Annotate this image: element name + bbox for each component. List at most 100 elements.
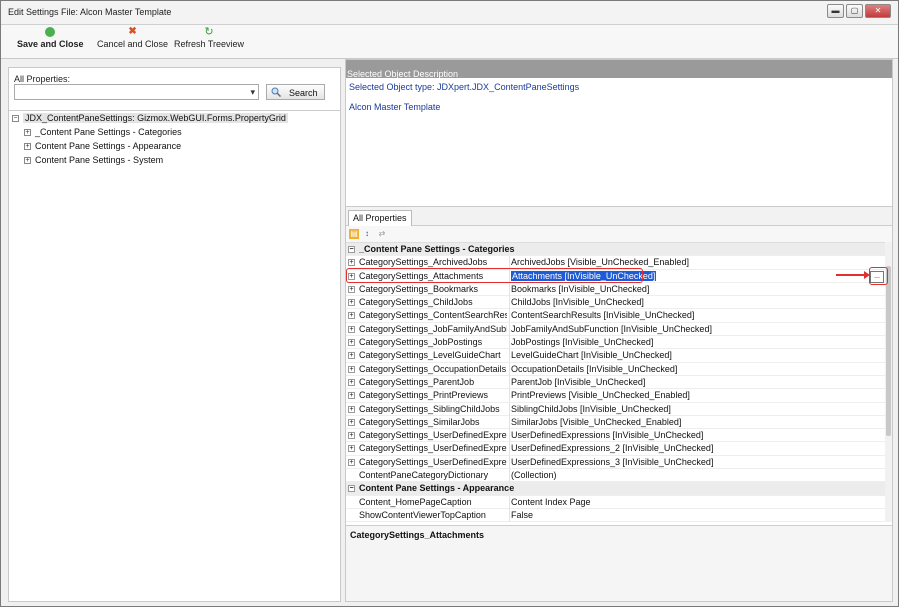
expand-icon[interactable]: + — [348, 445, 355, 453]
property-row[interactable]: + CategorySettings_UserDefinedExpressions… — [346, 429, 885, 443]
collapse-icon[interactable]: − — [348, 485, 355, 493]
expand-icon[interactable]: + — [348, 299, 355, 307]
property-value-text: UserDefinedExpressions_2 [InVisible_UnCh… — [511, 443, 714, 454]
property-value[interactable]: UserDefinedExpressions_2 [InVisible_UnCh… — [509, 442, 714, 456]
close-button[interactable]: ✕ — [865, 4, 891, 18]
property-value[interactable]: ContentSearchResults [InVisible_UnChecke… — [509, 309, 695, 323]
property-value[interactable]: SimilarJobs [Visible_UnChecked_Enabled] — [509, 415, 682, 429]
property-name: ContentPaneCategoryDictionary — [359, 470, 489, 481]
property-row[interactable]: + CategorySettings_LevelGuideChart LevelGu… — [346, 349, 885, 363]
property-grid-toolbar: ▤ ↕ ⇄ — [346, 226, 892, 242]
expand-icon[interactable]: + — [348, 405, 355, 413]
property-value[interactable]: SiblingChildJobs [InVisible_UnChecked] — [509, 402, 671, 416]
tree-node-system[interactable]: + Content Pane Settings - System — [9, 153, 340, 167]
property-name: CategorySettings_OccupationDetails — [359, 363, 507, 374]
property-pages-icon[interactable]: ⇄ — [377, 229, 387, 239]
categorized-icon[interactable]: ▤ — [349, 229, 359, 239]
property-row[interactable]: + CategorySettings_SimilarJobs SimilarJobs… — [346, 415, 885, 430]
expand-icon[interactable]: + — [348, 259, 355, 267]
expand-icon[interactable]: + — [348, 352, 355, 360]
property-row[interactable]: + CategorySettings_Bookmarks Bookmarks [In… — [346, 282, 885, 297]
property-value[interactable]: (Collection) — [509, 469, 557, 483]
property-row[interactable]: + CategorySettings_UserDefinedExpressions… — [346, 455, 885, 470]
collapse-icon[interactable]: − — [348, 246, 355, 253]
expand-icon[interactable]: + — [348, 418, 355, 426]
scrollbar-thumb[interactable] — [886, 266, 891, 436]
search-icon — [271, 87, 281, 97]
property-row[interactable]: Content_HomePageCaption Content Index Pa… — [346, 495, 885, 509]
title-bar: Edit Settings File: Alcon Master Templat… — [1, 1, 898, 25]
tree-root-node[interactable]: − JDX_ContentPaneSettings: Gizmox.WebGUI.… — [9, 111, 340, 125]
property-value[interactable]: JobPostings [InVisible_UnChecked] — [509, 336, 653, 350]
maximize-button[interactable]: ▢ — [846, 4, 863, 18]
property-name: CategorySettings_PrintPreviews — [359, 390, 489, 401]
settings-treeview: − JDX_ContentPaneSettings: Gizmox.WebGUI.… — [9, 110, 340, 167]
property-value-text: SimilarJobs [Visible_UnChecked_Enabled] — [511, 416, 682, 427]
expand-icon[interactable]: + — [24, 129, 31, 137]
property-value-text: ContentSearchResults [InVisible_UnChecke… — [511, 310, 695, 321]
expand-icon[interactable]: + — [24, 143, 31, 151]
property-name: CategorySettings_ContentSearchResults — [359, 310, 507, 321]
property-value[interactable]: ChildJobs [InVisible_UnChecked] — [509, 296, 644, 310]
selected-object-type: Selected Object type: JDXpert.JDX_Conten… — [349, 82, 580, 92]
property-value-text: PrintPreviews [Visible_UnChecked_Enabled… — [511, 390, 690, 401]
property-value[interactable]: Bookmarks [InVisible_UnChecked] — [509, 282, 650, 296]
expand-icon[interactable]: + — [348, 392, 355, 400]
expand-icon[interactable]: + — [348, 365, 355, 373]
property-value[interactable]: LevelGuideChart [InVisible_UnChecked] — [509, 349, 672, 363]
property-value[interactable]: UserDefinedExpressions_3 [InVisible_UnCh… — [509, 455, 714, 469]
expand-icon[interactable]: + — [348, 378, 355, 386]
expand-icon[interactable]: + — [348, 312, 355, 320]
minimize-button[interactable]: ▬ — [827, 4, 844, 18]
expand-icon[interactable]: + — [348, 339, 355, 347]
property-name: CategorySettings_SiblingChildJobs — [359, 403, 500, 414]
property-name: CategorySettings_SimilarJobs — [359, 416, 480, 427]
search-button[interactable]: Search — [266, 84, 325, 100]
property-row[interactable]: + CategorySettings_UserDefinedExpressions… — [346, 442, 885, 456]
tree-node-appearance[interactable]: + Content Pane Settings - Appearance — [9, 139, 340, 153]
property-help-box: CategorySettings_Attachments — [346, 525, 892, 601]
tab-strip: All Properties — [346, 206, 892, 227]
property-row[interactable]: + CategorySettings_OccupationDetails Occup… — [346, 362, 885, 376]
property-value[interactable]: UserDefinedExpressions [InVisible_UnChec… — [509, 429, 704, 443]
expand-icon[interactable]: + — [348, 432, 355, 440]
tree-node-categories[interactable]: + _Content Pane Settings - Categories — [9, 125, 340, 139]
expand-icon[interactable]: + — [348, 285, 355, 293]
x-icon: ✖ — [128, 26, 137, 37]
property-name: CategorySettings_ParentJob — [359, 376, 475, 387]
property-value[interactable]: OccupationDetails [InVisible_UnChecked] — [509, 362, 677, 376]
property-value[interactable]: JobFamilyAndSubFunction [InVisible_UnChe… — [509, 322, 712, 336]
edit-settings-window: Edit Settings File: Alcon Master Templat… — [0, 0, 899, 607]
property-name: CategorySettings_Bookmarks — [359, 283, 479, 294]
property-row[interactable]: ContentPaneCategoryDictionary (Collection… — [346, 469, 885, 483]
property-row[interactable]: + CategorySettings_ContentSearchResults Co… — [346, 309, 885, 323]
property-value-text: ArchivedJobs [Visible_UnChecked_Enabled] — [511, 257, 689, 268]
property-row[interactable]: + CategorySettings_JobFamilyAndSubFunctio… — [346, 322, 885, 337]
property-row[interactable]: ShowContentViewerTopCaption False — [346, 508, 885, 522]
property-name: CategorySettings_UserDefinedExpressions — [359, 430, 507, 441]
property-row[interactable]: + CategorySettings_PrintPreviews PrintPrev… — [346, 389, 885, 403]
property-value[interactable]: PrintPreviews [Visible_UnChecked_Enabled… — [509, 389, 690, 403]
refresh-treeview-button[interactable]: ↻ Refresh Treeview — [174, 27, 244, 50]
collapse-icon[interactable]: − — [12, 115, 19, 123]
property-name: CategorySettings_ChildJobs — [359, 297, 473, 308]
property-select[interactable]: ▾ — [14, 84, 259, 100]
category-row[interactable]: − Content Pane Settings - Appearance — [346, 482, 885, 496]
category-row[interactable]: − _Content Pane Settings - Categories — [346, 243, 885, 257]
tab-all-properties[interactable]: All Properties — [348, 210, 412, 227]
cancel-and-close-button[interactable]: ✖ Cancel and Close — [97, 26, 168, 50]
property-row[interactable]: + CategorySettings_JobPostings JobPostings… — [346, 336, 885, 350]
expand-icon[interactable]: + — [24, 157, 31, 165]
property-value[interactable]: ParentJob [InVisible_UnChecked] — [509, 375, 645, 389]
property-row[interactable]: + CategorySettings_ParentJob ParentJob [In… — [346, 375, 885, 390]
expand-icon[interactable]: + — [348, 458, 355, 466]
property-value-text: Bookmarks [InVisible_UnChecked] — [511, 283, 650, 294]
property-value-text: UserDefinedExpressions_3 [InVisible_UnCh… — [511, 456, 714, 467]
property-value-text: UserDefinedExpressions [InVisible_UnChec… — [511, 430, 704, 441]
property-row[interactable]: + CategorySettings_SiblingChildJobs Siblin… — [346, 402, 885, 416]
expand-icon[interactable]: + — [348, 325, 355, 333]
property-value-text: SiblingChildJobs [InVisible_UnChecked] — [511, 403, 671, 414]
save-and-close-button[interactable]: Save and Close — [17, 27, 84, 49]
property-row[interactable]: + CategorySettings_ChildJobs ChildJobs [In… — [346, 296, 885, 310]
sort-alphabetical-icon[interactable]: ↕ — [362, 229, 372, 239]
